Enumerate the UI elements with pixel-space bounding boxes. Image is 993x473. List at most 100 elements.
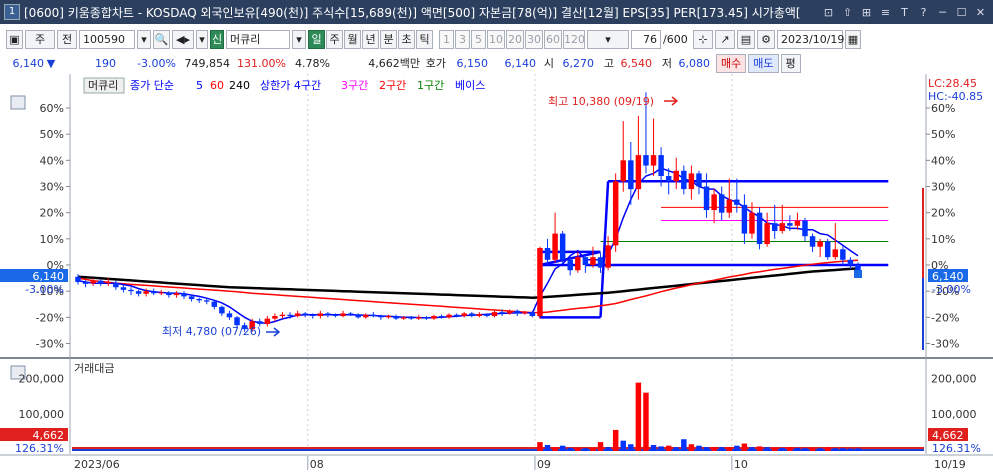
draw-tool-icon[interactable]: ↗ — [715, 29, 735, 49]
period-tab-5[interactable]: 초 — [398, 29, 415, 49]
window-title: [0600] 키움종합차트 - KOSDAQ 외국인보유[490(천)] 주식수… — [24, 5, 801, 20]
lock-icon[interactable]: ▣ — [6, 29, 23, 49]
minute-button-30[interactable]: 30 — [525, 29, 543, 49]
title-buttons: ⊡ ⇧ ⊞ ≡ T? ─ ☐ ✕ — [820, 4, 989, 21]
candle-body — [635, 155, 642, 190]
volume-ytick-label-right: 200,000 — [931, 372, 977, 385]
sound-icon[interactable]: ◀▸ — [172, 29, 194, 49]
candle-body — [431, 316, 437, 319]
date-axis-label: 10/19 — [934, 458, 966, 471]
volume-bar — [567, 447, 573, 451]
candle-body — [847, 259, 854, 265]
volume-bar — [756, 446, 763, 451]
interval-select[interactable]: ▾ — [587, 29, 629, 49]
candle-body — [105, 282, 112, 284]
period-tab-0[interactable]: 일 — [308, 29, 325, 49]
left-ytick-label: -20% — [36, 311, 64, 324]
calendar-icon[interactable]: ▦ — [845, 29, 861, 49]
high-price: 6,540 — [620, 56, 653, 70]
dock-icon[interactable]: ⊡ — [820, 4, 837, 21]
stock-code-input[interactable]: 100590 — [79, 29, 135, 49]
crosshair-icon[interactable]: ⊹ — [693, 29, 713, 49]
font-icon[interactable]: T — [896, 4, 913, 21]
minute-button-10[interactable]: 10 — [487, 29, 505, 49]
right-ytick-label: -30% — [931, 338, 959, 351]
minute-button-5[interactable]: 5 — [471, 29, 486, 49]
volume-bar — [764, 447, 770, 451]
code-dropdown-icon[interactable]: ▾ — [137, 29, 151, 49]
volume-bar — [817, 448, 823, 451]
period-tab-6[interactable]: 틱 — [416, 29, 433, 49]
eval-button[interactable]: 평 — [780, 53, 801, 73]
window-number-badge[interactable]: 1 — [4, 4, 20, 20]
minute-button-120[interactable]: 120 — [563, 29, 585, 49]
candle-body — [522, 312, 528, 314]
all-button[interactable]: 전 — [57, 29, 77, 49]
candle-body — [370, 314, 377, 317]
save-icon[interactable]: ▤ — [737, 29, 755, 49]
tile-icon[interactable]: ⊞ — [858, 4, 875, 21]
candle-body — [794, 220, 801, 226]
minute-button-3[interactable]: 3 — [455, 29, 470, 49]
volume-bar — [537, 442, 543, 451]
period-tab-2[interactable]: 월 — [344, 29, 361, 49]
candle-body — [756, 212, 763, 245]
volume-bar — [787, 447, 793, 451]
candle-body — [294, 313, 301, 317]
candle-body — [325, 313, 331, 315]
help-icon[interactable]: ? — [915, 4, 932, 21]
period-tab-1[interactable]: 주 — [326, 29, 343, 49]
candle-body — [764, 223, 770, 245]
candle-body — [537, 247, 543, 317]
legend-ma240: 240 — [229, 79, 250, 92]
maximize-icon[interactable]: ☐ — [953, 4, 970, 21]
open-price: 6,270 — [562, 56, 595, 70]
candle-count-input[interactable]: 76 — [631, 29, 661, 49]
minute-button-60[interactable]: 60 — [544, 29, 562, 49]
volume-bar — [681, 439, 687, 451]
volume-ytick-label-left: 200,000 — [19, 372, 65, 385]
hc-label: HC:-40.85 — [928, 90, 983, 103]
candle-body — [113, 282, 119, 288]
volume-bar — [628, 444, 634, 451]
minimize-icon[interactable]: ─ — [934, 4, 951, 21]
candle-body — [188, 296, 195, 300]
last-price-marker — [854, 270, 862, 278]
candle-body — [363, 314, 369, 318]
sell-button[interactable]: 매도 — [748, 53, 779, 73]
close-icon[interactable]: ✕ — [972, 4, 989, 21]
candle-body — [840, 249, 846, 260]
volume-bar — [559, 445, 566, 451]
candle-body — [605, 245, 611, 268]
search-icon[interactable]: 🔍 — [153, 29, 170, 49]
up-icon[interactable]: ⇧ — [839, 4, 856, 21]
minute-button-1[interactable]: 1 — [439, 29, 454, 49]
ask-price: 6,140 — [504, 56, 537, 70]
low-price: 6,080 — [678, 56, 711, 70]
period-tab-3[interactable]: 년 — [362, 29, 379, 49]
menu-icon[interactable]: ≡ — [877, 4, 894, 21]
sound-dropdown-icon[interactable]: ▾ — [196, 29, 208, 49]
candle-body — [423, 317, 430, 319]
stock-name-field[interactable]: 머큐리 — [226, 29, 290, 49]
left-price-tag: 6,140 — [33, 270, 65, 283]
right-ytick-label: -20% — [931, 311, 959, 324]
type-select[interactable]: 주 — [25, 29, 55, 49]
chart-area[interactable]: -30% -30%-20% -20%-10% -10%0% 0%10% 10%20% 20%… — [0, 74, 993, 473]
left-pct-tag: -3.00% — [25, 283, 64, 296]
date-input[interactable]: 2023/10/19 — [777, 29, 844, 49]
name-dropdown-icon[interactable]: ▾ — [292, 29, 306, 49]
settings-icon[interactable]: ⚙ — [757, 29, 775, 49]
candle-body — [408, 317, 414, 319]
candle-body — [628, 160, 634, 190]
buy-button[interactable]: 매수 — [716, 53, 747, 73]
period-tab-4[interactable]: 분 — [380, 29, 397, 49]
left-ytick-label: 30% — [40, 181, 64, 194]
legend-band2: 2구간 — [379, 79, 406, 92]
minute-button-20[interactable]: 20 — [506, 29, 524, 49]
candle-body — [82, 282, 89, 284]
legend-band3: 3구간 — [341, 79, 368, 92]
volume-bar — [688, 444, 695, 451]
volume-bar — [771, 447, 778, 451]
high-annotation: 최고 10,380 (09/19) — [548, 95, 654, 108]
